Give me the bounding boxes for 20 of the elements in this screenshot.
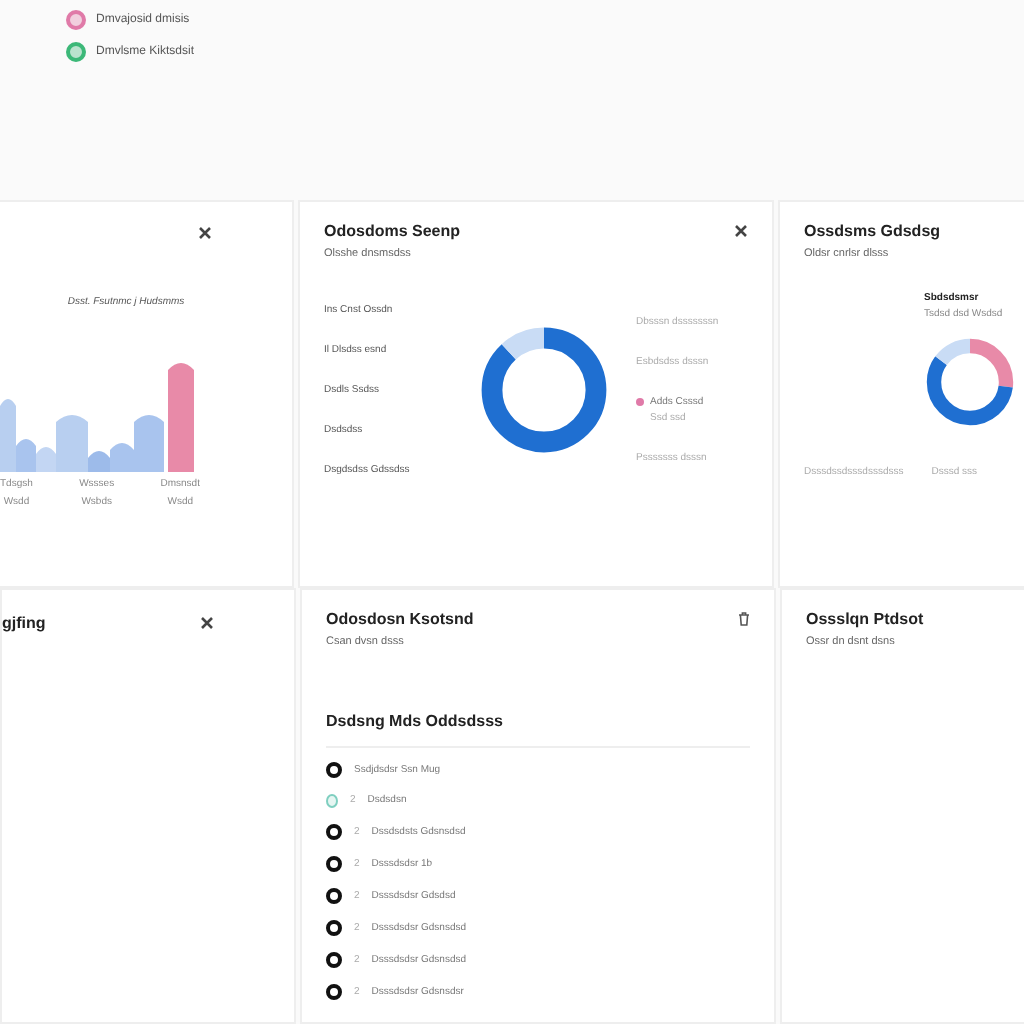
- circle-icon: [326, 887, 342, 904]
- card-title: Odosdoms Seenp: [324, 221, 461, 240]
- card-title: gjfing: [2, 613, 46, 632]
- close-icon[interactable]: [734, 223, 748, 238]
- circle-icon: [326, 919, 342, 936]
- card-title: Odosdosn Ksotsnd: [326, 609, 474, 628]
- card-title: Ossslqn Ptdsot: [806, 609, 926, 628]
- circle-icon: [326, 761, 342, 778]
- donut-chart-drawing: [924, 335, 1016, 428]
- circle-icon: [326, 951, 342, 968]
- close-icon[interactable]: [198, 225, 212, 240]
- close-icon[interactable]: [200, 615, 214, 630]
- circle-icon: [326, 823, 342, 840]
- donut-chart-drawing: [480, 325, 608, 454]
- circle-icon: [326, 855, 342, 872]
- circle-icon: [326, 983, 342, 1000]
- card-title: Ossdsms Gdsdsg: [804, 221, 943, 240]
- trash-icon[interactable]: [738, 611, 750, 626]
- circle-icon: [326, 793, 338, 808]
- section-title: Dsdsng Mds Oddsdsss: [326, 711, 750, 748]
